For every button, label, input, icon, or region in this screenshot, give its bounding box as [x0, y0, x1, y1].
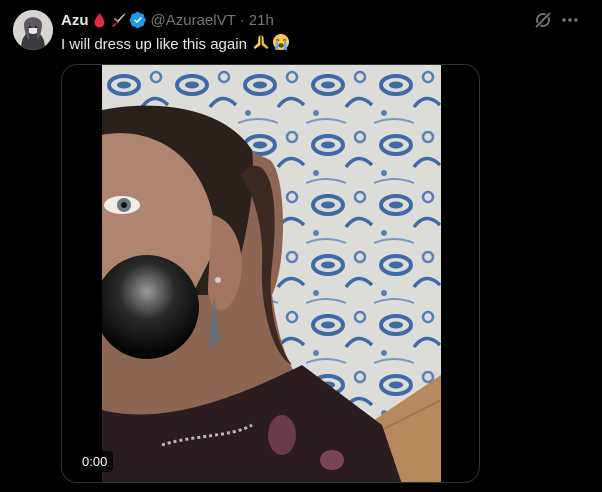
video-timestamp: 0:00	[76, 451, 114, 472]
video-player[interactable]: 0:00	[61, 64, 480, 483]
timestamp[interactable]: 21h	[249, 12, 274, 29]
video-frame[interactable]	[95, 65, 442, 482]
user-handle[interactable]: @AzuraelVT	[151, 12, 236, 29]
verified-badge-icon[interactable]	[129, 11, 147, 29]
crying-face-icon	[272, 33, 290, 55]
dagger-icon	[110, 12, 126, 28]
more-options-icon[interactable]	[560, 11, 580, 29]
tweet[interactable]: Azu @AzuraelVT · 21h I will dress up lik…	[0, 0, 602, 492]
separator-dot: ·	[239, 11, 245, 29]
tweet-text-row: I will dress up like this again	[61, 33, 290, 55]
tweet-header: Azu @AzuraelVT · 21h	[61, 10, 274, 30]
display-name[interactable]: Azu	[61, 12, 89, 29]
avatar[interactable]	[13, 10, 53, 50]
blood-drop-icon	[93, 12, 106, 28]
folded-hands-icon	[252, 33, 270, 55]
tweet-text: I will dress up like this again	[61, 35, 247, 53]
grok-icon[interactable]	[534, 11, 552, 29]
